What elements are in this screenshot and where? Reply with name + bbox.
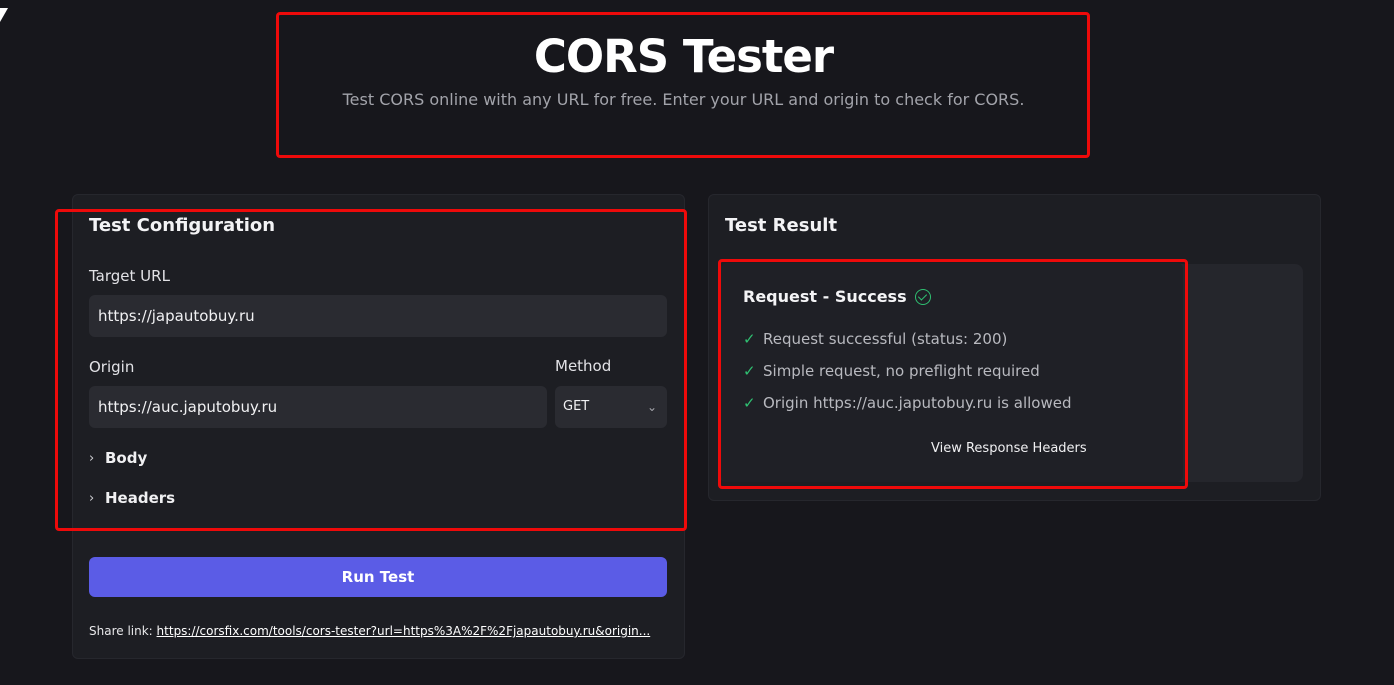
result-details: Request - Success ✓ Request successful (… [721, 263, 1183, 482]
test-result-title: Test Result [725, 215, 838, 236]
check-text: Request successful (status: 200) [763, 330, 1008, 348]
headers-toggle[interactable]: › Headers [89, 489, 175, 507]
test-configuration-card: Test Configuration Target URL https://ja… [72, 194, 685, 659]
target-url-label: Target URL [89, 267, 170, 285]
check-circle-icon [914, 288, 931, 305]
check-text: Origin https://auc.japutobuy.ru is allow… [763, 394, 1072, 412]
origin-input[interactable]: https://auc.japutobuy.ru [89, 386, 547, 428]
hero-header: CORS Tester Test CORS online with any UR… [278, 12, 1089, 157]
share-link-row: Share link: https://corsfix.com/tools/co… [89, 624, 669, 638]
page: CORS Tester Test CORS online with any UR… [0, 0, 1394, 685]
method-select[interactable]: GET ⌄ [555, 386, 667, 428]
chevron-right-icon: › [89, 450, 95, 466]
list-item: ✓ Request successful (status: 200) [743, 323, 1071, 355]
method-select-value: GET [563, 399, 590, 414]
checkmark-icon: ✓ [743, 362, 756, 380]
run-test-button[interactable]: Run Test [89, 557, 667, 597]
page-subtitle: Test CORS online with any URL for free. … [342, 90, 1025, 109]
view-response-headers-button[interactable]: View Response Headers [931, 441, 1087, 456]
body-toggle-label: Body [105, 449, 148, 467]
share-link[interactable]: https://corsfix.com/tools/cors-tester?ur… [157, 624, 651, 638]
result-checks-list: ✓ Request successful (status: 200) ✓ Sim… [743, 323, 1071, 419]
test-result-card: Test Result Request - Success ✓ Request … [708, 194, 1321, 501]
list-item: ✓ Origin https://auc.japutobuy.ru is all… [743, 387, 1071, 419]
check-text: Simple request, no preflight required [763, 362, 1040, 380]
headers-toggle-label: Headers [105, 489, 176, 507]
result-status-heading: Request - Success [743, 287, 931, 306]
chevron-down-icon: ⌄ [646, 400, 657, 414]
chevron-right-icon: › [89, 490, 95, 506]
list-item: ✓ Simple request, no preflight required [743, 355, 1071, 387]
body-toggle[interactable]: › Body [89, 449, 147, 467]
target-url-input[interactable]: https://japautobuy.ru [89, 295, 667, 337]
share-link-label: Share link: [89, 624, 153, 638]
origin-label: Origin [89, 358, 135, 376]
checkmark-icon: ✓ [743, 394, 756, 412]
method-label: Method [555, 357, 612, 375]
test-configuration-title: Test Configuration [89, 215, 276, 236]
page-title: CORS Tester [533, 30, 834, 83]
result-status-text: Request - Success [743, 287, 907, 306]
mouse-cursor-icon [0, 8, 8, 22]
checkmark-icon: ✓ [743, 330, 756, 348]
